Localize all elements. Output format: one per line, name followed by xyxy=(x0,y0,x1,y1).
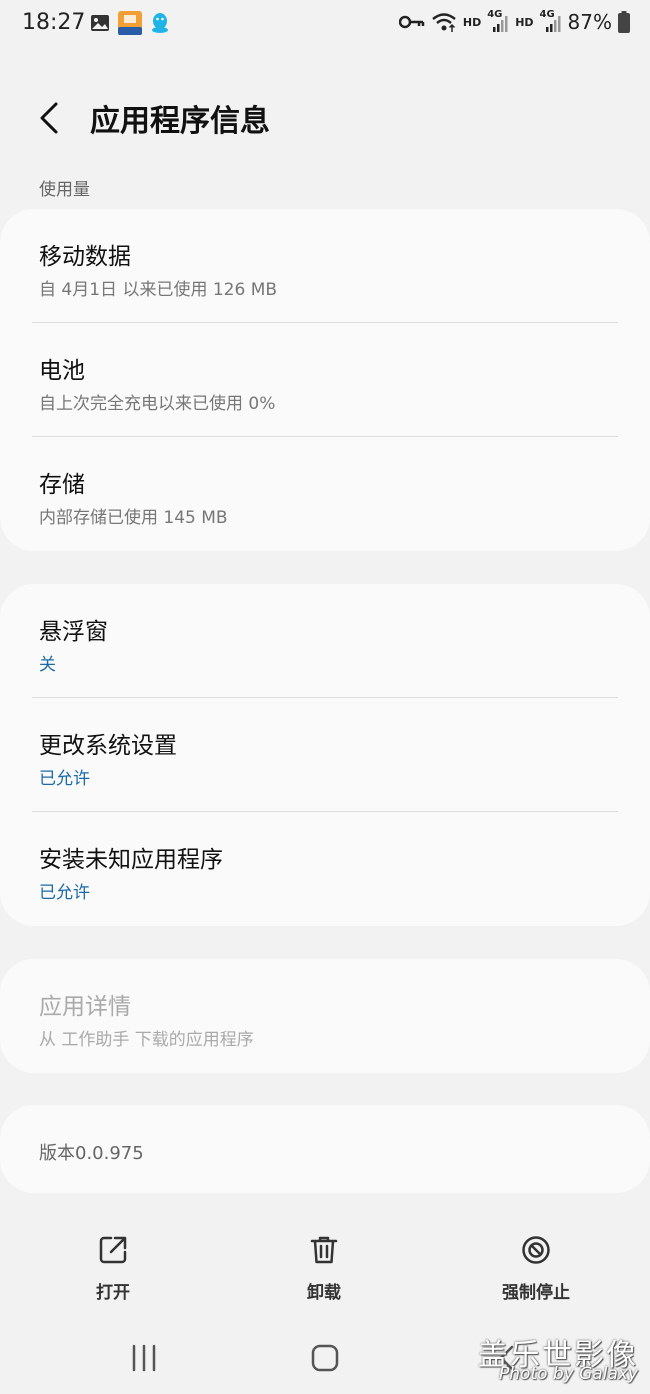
watermark-english: Photo by Galaxy xyxy=(498,1364,638,1384)
usage-card: 移动数据 自 4月1日 以来已使用 126 MB 电池 自上次完全充电以来已使用… xyxy=(0,209,650,551)
app-header: 应用程序信息 xyxy=(0,90,650,150)
item-title: 存储 xyxy=(39,472,85,498)
uninstall-label: 卸载 xyxy=(307,1283,341,1303)
bottom-actions: 打开 卸载 强制停止 xyxy=(0,1226,650,1316)
page-title: 应用程序信息 xyxy=(90,104,270,139)
item-subtitle: 自 4月1日 以来已使用 126 MB xyxy=(39,280,278,300)
version-card: 版本0.0.975 xyxy=(0,1105,650,1193)
trash-icon xyxy=(310,1236,338,1264)
home-icon[interactable] xyxy=(310,1343,340,1373)
hd-label-2: HD xyxy=(515,15,534,29)
signal-2: 4G xyxy=(540,9,562,33)
open-label: 打开 xyxy=(96,1283,130,1303)
stop-block-icon xyxy=(522,1236,550,1264)
usage-section-label: 使用量 xyxy=(39,180,90,200)
signal-1: 4G xyxy=(487,9,509,33)
open-button[interactable]: 打开 xyxy=(53,1226,173,1316)
vpn-key-icon xyxy=(398,15,425,29)
item-status: 已允许 xyxy=(39,769,90,789)
back-arrow-icon xyxy=(40,102,58,134)
item-status: 关 xyxy=(39,655,56,675)
notification-icons xyxy=(90,11,170,35)
app-details-card: 应用详情 从 工作助手 下载的应用程序 xyxy=(0,959,650,1073)
mobile-data-item[interactable]: 移动数据 自 4月1日 以来已使用 126 MB xyxy=(0,209,650,323)
modify-system-settings-item[interactable]: 更改系统设置 已允许 xyxy=(0,698,650,812)
gallery-icon xyxy=(91,15,109,31)
item-subtitle: 内部存储已使用 145 MB xyxy=(39,508,228,528)
install-unknown-apps-item[interactable]: 安装未知应用程序 已允许 xyxy=(0,812,650,926)
item-title: 安装未知应用程序 xyxy=(39,847,223,873)
floating-window-item[interactable]: 悬浮窗 关 xyxy=(0,584,650,698)
signal-bars-icon xyxy=(545,16,561,32)
open-external-icon xyxy=(99,1236,127,1264)
item-subtitle: 自上次完全充电以来已使用 0% xyxy=(39,394,276,414)
permissions-card: 悬浮窗 关 更改系统设置 已允许 安装未知应用程序 已允许 xyxy=(0,584,650,926)
qq-icon xyxy=(152,13,168,33)
work-assistant-app-icon xyxy=(118,11,142,35)
status-bar: 18:27 HD 4G HD 4G 87% xyxy=(0,0,650,48)
item-title: 悬浮窗 xyxy=(39,619,108,645)
item-title: 电池 xyxy=(39,358,85,384)
hd-label-1: HD xyxy=(462,15,482,29)
battery-item[interactable]: 电池 自上次完全充电以来已使用 0% xyxy=(0,323,650,437)
signal-bars-icon xyxy=(493,16,508,32)
item-title: 应用详情 xyxy=(39,994,131,1020)
item-status: 已允许 xyxy=(39,883,90,903)
app-details-item: 应用详情 从 工作助手 下载的应用程序 xyxy=(0,959,650,1073)
status-time: 18:27 xyxy=(22,10,86,35)
item-title: 更改系统设置 xyxy=(39,733,177,759)
battery-icon xyxy=(618,11,630,33)
item-title: 移动数据 xyxy=(39,244,131,270)
wifi-icon xyxy=(432,13,456,32)
version-text: 版本0.0.975 xyxy=(39,1143,144,1164)
back-button[interactable] xyxy=(32,96,72,140)
force-stop-label: 强制停止 xyxy=(502,1283,570,1303)
status-right: HD 4G HD 4G 87% xyxy=(398,9,630,34)
force-stop-button[interactable]: 强制停止 xyxy=(476,1226,596,1316)
item-subtitle: 从 工作助手 下载的应用程序 xyxy=(39,1030,254,1050)
storage-item[interactable]: 存储 内部存储已使用 145 MB xyxy=(0,437,650,551)
recent-apps-icon[interactable] xyxy=(129,1343,159,1373)
uninstall-button[interactable]: 卸载 xyxy=(264,1226,384,1316)
battery-percent: 87% xyxy=(567,10,612,34)
